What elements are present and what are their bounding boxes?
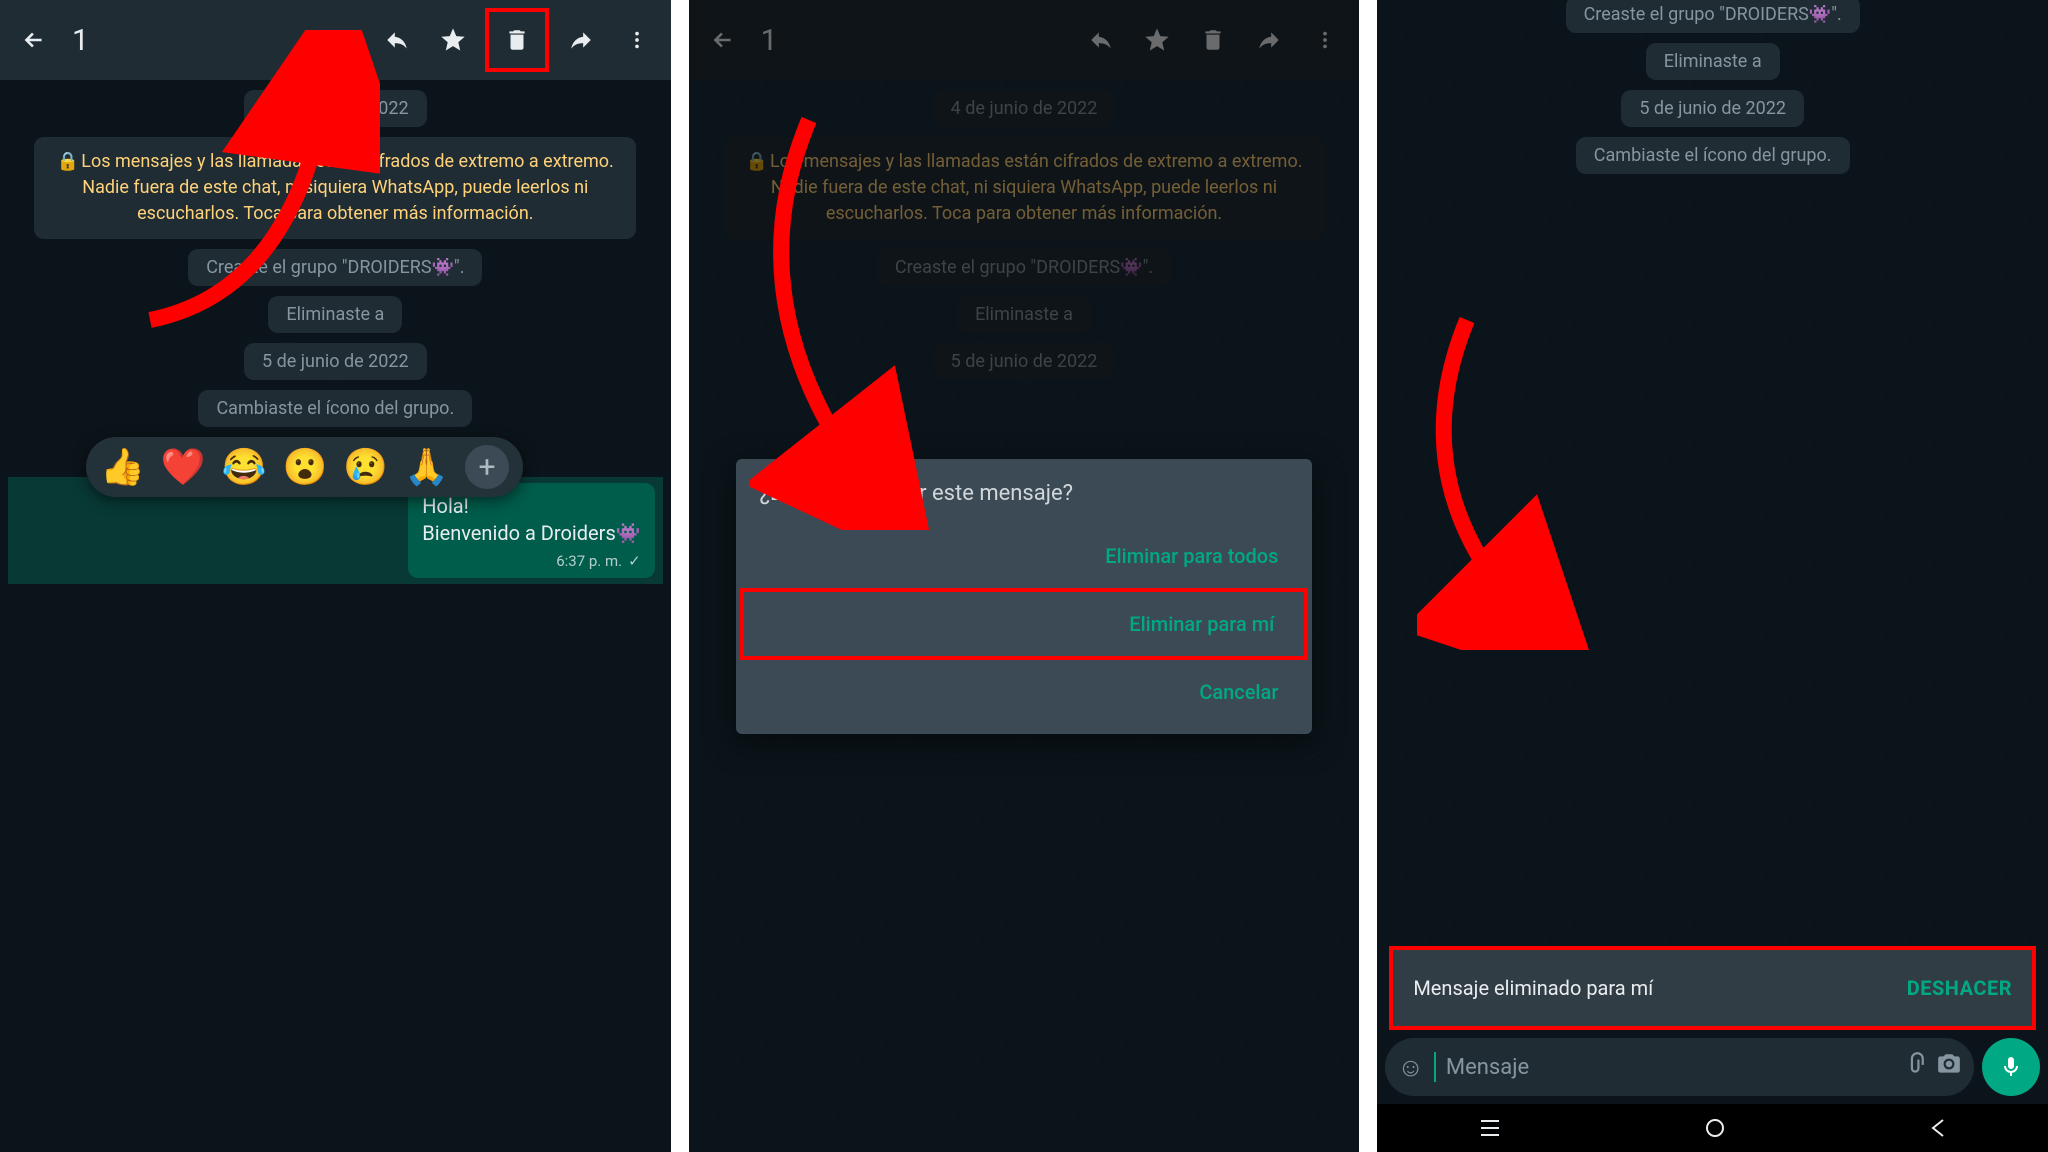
system-message-created: Creaste el grupo "DROIDERS👾". [188, 249, 482, 286]
dialog-title: ¿Deseas eliminar este mensaje? [760, 481, 1289, 506]
screenshot-2: 1 4 de junio de 2022 🔒Los mensajes y las… [689, 0, 1360, 1152]
reply-icon[interactable] [373, 16, 421, 64]
recents-icon[interactable] [1479, 1119, 1501, 1137]
date-chip: 5 de junio de 2022 [244, 343, 427, 380]
selected-message-row[interactable]: 👍 ❤️ 😂 😮 😢 🙏 + Hola! Bienvenido a Droide… [8, 477, 663, 583]
more-icon[interactable] [613, 16, 661, 64]
mic-button[interactable] [1982, 1038, 2040, 1096]
date-chip: 5 de junio de 2022 [1621, 90, 1804, 127]
system-message-removed: Eliminaste a [1646, 43, 1780, 80]
check-icon: ✓ [628, 551, 641, 571]
selection-toolbar: 1 [0, 0, 671, 80]
chat-area: 4 de junio de 2022 🔒Los mensajes y las l… [0, 80, 671, 1152]
snackbar-text: Mensaje eliminado para mí [1413, 976, 1653, 1000]
camera-icon[interactable] [1936, 1051, 1962, 1083]
attach-icon[interactable] [1900, 1051, 1926, 1083]
emoji-icon[interactable]: ☺ [1397, 1052, 1424, 1083]
encryption-notice[interactable]: 🔒Los mensajes y las llamadas están cifra… [34, 137, 636, 239]
android-navbar [1377, 1104, 2048, 1152]
reaction-laugh[interactable]: 😂 [222, 446, 267, 488]
reaction-more-icon[interactable]: + [465, 445, 509, 489]
system-message-removed: Eliminaste a [268, 296, 402, 333]
selected-count: 1 [72, 23, 89, 58]
delete-for-everyone-button[interactable]: Eliminar para todos [760, 524, 1289, 588]
snackbar: Mensaje eliminado para mí DESHACER [1393, 950, 2032, 1026]
home-icon[interactable] [1704, 1117, 1726, 1139]
screenshot-3: Creaste el grupo "DROIDERS👾". Eliminaste… [1377, 0, 2048, 1152]
forward-icon[interactable] [557, 16, 605, 64]
back-icon[interactable] [10, 16, 58, 64]
cancel-button[interactable]: Cancelar [760, 660, 1289, 724]
star-icon[interactable] [429, 16, 477, 64]
system-message-icon-changed: Cambiaste el ícono del grupo. [1576, 137, 1850, 174]
system-message-created: Creaste el grupo "DROIDERS👾". [1566, 0, 1860, 33]
screenshot-1: 1 4 de junio de 2022 🔒Los mensajes y las… [0, 0, 671, 1152]
snackbar-highlight: Mensaje eliminado para mí DESHACER [1389, 946, 2036, 1030]
system-message-icon-changed: Cambiaste el ícono del grupo. [198, 390, 472, 427]
reaction-sad[interactable]: 😢 [343, 446, 388, 488]
text-cursor [1434, 1052, 1436, 1082]
delete-icon[interactable] [485, 8, 549, 72]
delete-for-me-button[interactable]: Eliminar para mí [740, 588, 1309, 660]
lock-icon: 🔒 [57, 151, 79, 172]
outgoing-message[interactable]: Hola! Bienvenido a Droiders👾 6:37 p. m. … [408, 483, 654, 577]
delete-dialog-overlay: ¿Deseas eliminar este mensaje? Eliminar … [689, 0, 1360, 1152]
back-nav-icon[interactable] [1929, 1117, 1947, 1139]
date-chip: 4 de junio de 2022 [244, 90, 427, 127]
reaction-pray[interactable]: 🙏 [404, 446, 449, 488]
message-placeholder: Mensaje [1446, 1055, 1890, 1080]
message-line-1: Hola! [422, 493, 640, 520]
message-input[interactable]: ☺ Mensaje [1385, 1038, 1974, 1096]
delete-dialog: ¿Deseas eliminar este mensaje? Eliminar … [736, 459, 1313, 734]
reaction-wow[interactable]: 😮 [282, 446, 327, 488]
message-line-2: Bienvenido a Droiders👾 [422, 520, 640, 547]
message-input-bar: ☺ Mensaje [1385, 1036, 2040, 1098]
message-time: 6:37 p. m. [556, 551, 622, 571]
reaction-bar: 👍 ❤️ 😂 😮 😢 🙏 + [86, 437, 523, 497]
undo-button[interactable]: DESHACER [1907, 976, 2012, 1000]
reaction-heart[interactable]: ❤️ [161, 446, 206, 488]
reaction-thumbs-up[interactable]: 👍 [100, 446, 145, 488]
